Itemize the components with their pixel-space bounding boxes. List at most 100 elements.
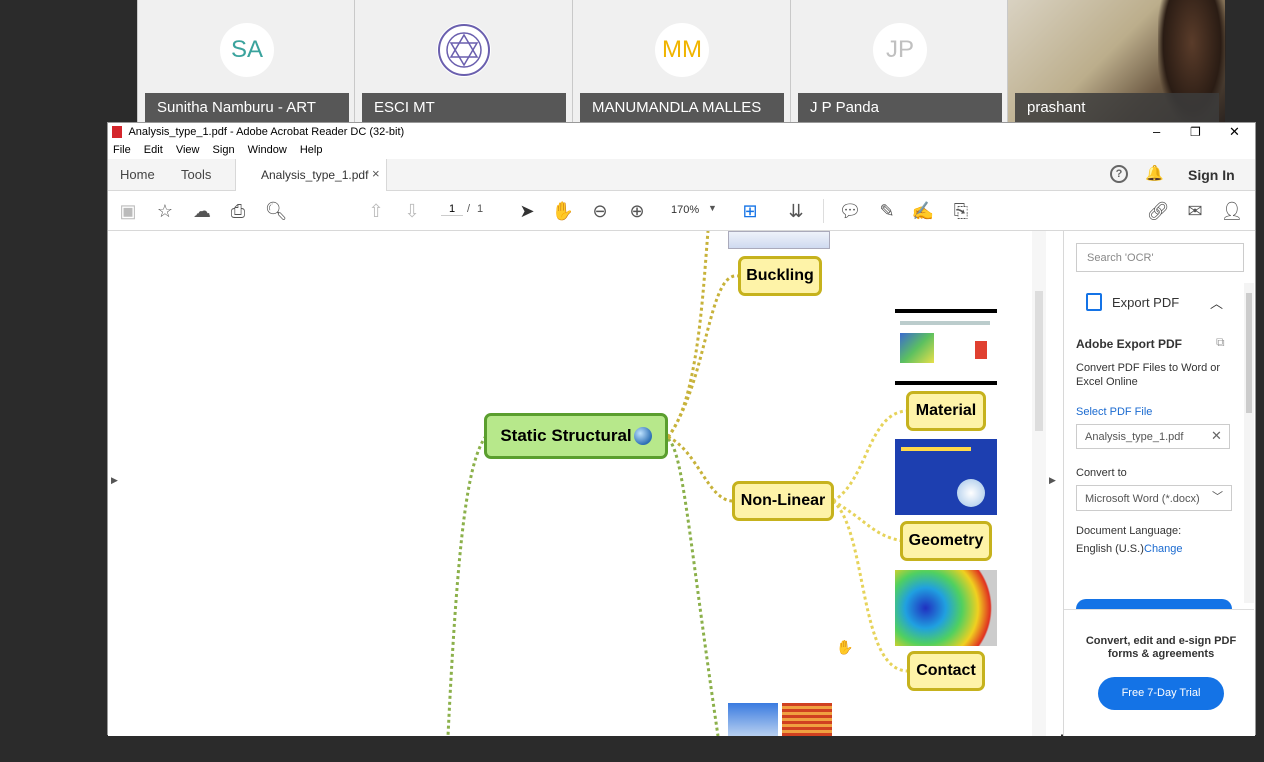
notification-bell-icon[interactable]: 🔔 bbox=[1145, 164, 1164, 182]
collapse-right-icon[interactable]: ▶ bbox=[1049, 475, 1056, 486]
window-title: Analysis_type_1.pdf - Adobe Acrobat Read… bbox=[128, 126, 405, 138]
hand-cursor-icon: ✋ bbox=[836, 639, 854, 655]
zoom-level-dropdown[interactable]: 170% bbox=[671, 204, 699, 216]
bookmark-star-icon[interactable]: ☆ bbox=[153, 199, 177, 223]
zoom-in-icon[interactable]: ⊕ bbox=[625, 199, 649, 223]
scroll-thumb[interactable] bbox=[1035, 291, 1043, 431]
thumbnail-image bbox=[728, 231, 830, 249]
upload-cloud-icon[interactable]: ☁ bbox=[190, 199, 214, 223]
thumbnail-image bbox=[782, 703, 832, 736]
print-icon[interactable]: ⎙ bbox=[226, 199, 250, 223]
mindmap-node-contact[interactable]: Contact bbox=[907, 651, 985, 691]
participant-name: J P Panda bbox=[798, 93, 1002, 122]
email-icon[interactable]: ✉ bbox=[1183, 199, 1207, 223]
mindmap-root-node[interactable]: Static Structural bbox=[484, 413, 668, 459]
avatar: SA bbox=[220, 23, 274, 77]
mindmap-node-non-linear[interactable]: Non-Linear bbox=[732, 481, 834, 521]
menu-help[interactable]: Help bbox=[300, 144, 323, 156]
page-separator: / bbox=[467, 203, 471, 215]
page-total: 1 bbox=[477, 203, 484, 215]
document-view[interactable]: Buckling Static Structural Material Non-… bbox=[108, 231, 1061, 736]
vertical-scrollbar[interactable] bbox=[1032, 231, 1046, 736]
mindmap-node-geometry[interactable]: Geometry bbox=[900, 521, 992, 561]
change-language-link[interactable]: Change bbox=[1144, 543, 1183, 555]
maximize-button[interactable]: ❐ bbox=[1190, 123, 1201, 141]
copy-icon[interactable]: ⧉ bbox=[1216, 335, 1225, 350]
export-heading: Adobe Export PDF bbox=[1076, 337, 1183, 351]
convert-button-partial[interactable] bbox=[1076, 599, 1232, 609]
menu-edit[interactable]: Edit bbox=[144, 144, 163, 156]
tab-tools[interactable]: Tools bbox=[181, 167, 211, 182]
acrobat-window: Analysis_type_1.pdf - Adobe Acrobat Read… bbox=[107, 122, 1256, 736]
participant-name: ESCI MT bbox=[362, 93, 566, 122]
clear-file-icon[interactable]: ✕ bbox=[1211, 428, 1222, 444]
participant-tile[interactable]: JP J P Panda bbox=[790, 0, 1007, 122]
avatar: MM bbox=[655, 23, 709, 77]
avatar: JP bbox=[873, 23, 927, 77]
menu-sign[interactable]: Sign bbox=[213, 144, 235, 156]
pane-divider bbox=[1064, 609, 1254, 610]
thumbnail-image bbox=[895, 439, 997, 515]
sign-in-link[interactable]: Sign In bbox=[1188, 167, 1235, 183]
highlight-pen-icon[interactable]: ✎ bbox=[875, 199, 899, 223]
share-link-icon[interactable]: 🔗︎ bbox=[1146, 199, 1170, 223]
pane-scrollbar[interactable] bbox=[1244, 283, 1254, 603]
tools-search-input[interactable]: Search 'OCR' bbox=[1076, 243, 1244, 272]
close-tab-icon[interactable]: × bbox=[372, 166, 380, 181]
add-user-icon[interactable]: 👤︎ bbox=[1220, 199, 1244, 223]
chevron-down-icon[interactable]: ﹀ bbox=[1212, 488, 1223, 504]
promo-text: Convert, edit and e-sign PDF forms & agr… bbox=[1085, 635, 1237, 660]
comment-icon[interactable]: 💬︎ bbox=[838, 199, 862, 223]
export-pdf-icon bbox=[1086, 293, 1102, 311]
menu-file[interactable]: File bbox=[113, 144, 131, 156]
export-pdf-label[interactable]: Export PDF bbox=[1112, 295, 1179, 310]
org-logo-icon bbox=[438, 24, 490, 76]
menu-bar: File Edit View Sign Window Help bbox=[108, 141, 1255, 159]
doc-language-value: English (U.S.) bbox=[1076, 543, 1144, 555]
save-icon[interactable]: ▣ bbox=[116, 199, 140, 223]
next-page-icon[interactable]: ⇩ bbox=[400, 199, 424, 223]
select-pdf-file-link[interactable]: Select PDF File bbox=[1076, 406, 1152, 418]
collapse-left-icon[interactable]: ▶ bbox=[111, 475, 118, 486]
participant-tile[interactable]: SA Sunitha Namburu - ART bbox=[137, 0, 354, 122]
participant-tile[interactable]: ESCI MT bbox=[354, 0, 572, 122]
free-trial-button[interactable]: Free 7-Day Trial bbox=[1098, 677, 1224, 710]
tab-home[interactable]: Home bbox=[120, 167, 155, 182]
mindmap-node-material[interactable]: Material bbox=[906, 391, 986, 431]
root-node-label: Static Structural bbox=[500, 426, 632, 445]
participant-video-tile[interactable]: prashant bbox=[1007, 0, 1226, 122]
page-display-icon[interactable]: ⊞ bbox=[738, 199, 762, 223]
page-number-input[interactable]: 1 bbox=[441, 203, 463, 216]
help-icon[interactable]: ? bbox=[1110, 165, 1128, 183]
tab-document-label: Analysis_type_1.pdf bbox=[261, 168, 369, 182]
menu-window[interactable]: Window bbox=[248, 144, 287, 156]
globe-icon bbox=[633, 427, 652, 445]
selected-file-field[interactable]: Analysis_type_1.pdf bbox=[1076, 424, 1230, 449]
find-icon[interactable]: 🔍︎ bbox=[264, 199, 288, 223]
zoom-out-icon[interactable]: ⊖ bbox=[588, 199, 612, 223]
participant-tile[interactable]: MM MANUMANDLA MALLES bbox=[572, 0, 790, 122]
draw-icon[interactable]: ✍ bbox=[911, 199, 935, 223]
select-cursor-icon[interactable]: ➤ bbox=[515, 199, 539, 223]
scroll-mode-icon[interactable]: ⇊ bbox=[784, 199, 808, 223]
thumbnail-image bbox=[895, 309, 997, 385]
format-select[interactable]: Microsoft Word (*.docx) bbox=[1076, 485, 1232, 511]
participant-name: Sunitha Namburu - ART bbox=[145, 93, 349, 122]
menu-view[interactable]: View bbox=[176, 144, 200, 156]
mindmap-node-buckling[interactable]: Buckling bbox=[738, 256, 822, 296]
stamp-icon[interactable]: ⎘ bbox=[949, 199, 973, 223]
thumbnail-image bbox=[728, 703, 778, 736]
hand-tool-icon[interactable]: ✋ bbox=[551, 199, 575, 223]
doc-language-label: Document Language: bbox=[1076, 525, 1182, 537]
minimize-button[interactable]: – bbox=[1153, 123, 1160, 141]
participant-name: MANUMANDLA MALLES bbox=[580, 93, 784, 122]
toolbar-divider bbox=[823, 199, 824, 223]
tab-bar: Home Tools Analysis_type_1.pdf × ? 🔔 Sig… bbox=[108, 159, 1255, 191]
chevron-down-icon[interactable]: ▼ bbox=[708, 203, 717, 213]
previous-page-icon[interactable]: ⇧ bbox=[364, 199, 388, 223]
toolbar: ▣ ☆ ☁ ⎙ 🔍︎ ⇧ ⇩ 1 / 1 ➤ ✋ ⊖ ⊕ 170% ▼ ⊞ ⇊ … bbox=[108, 191, 1255, 231]
participant-name: prashant bbox=[1015, 93, 1219, 122]
chevron-up-icon[interactable]: ︿ bbox=[1210, 293, 1223, 312]
close-window-button[interactable]: ✕ bbox=[1229, 123, 1240, 141]
tab-document[interactable]: Analysis_type_1.pdf × bbox=[235, 159, 387, 191]
